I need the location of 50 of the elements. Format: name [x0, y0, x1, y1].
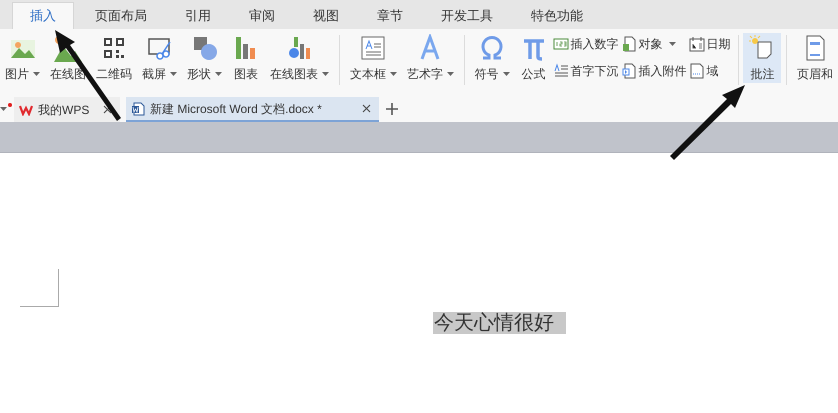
menu-tab[interactable]: 视图 — [296, 2, 356, 29]
ribbon-button[interactable]: 形状 — [182, 33, 227, 83]
document-icon — [620, 36, 636, 52]
caret-icon — [390, 72, 397, 76]
document-tab[interactable]: 我的WPS — [14, 97, 120, 122]
wps-logo-icon — [19, 104, 33, 116]
ribbon-button[interactable]: 截屏 — [137, 33, 182, 83]
menu-tab[interactable]: 页面布局 — [78, 2, 164, 29]
plus-icon[interactable] — [385, 102, 399, 116]
ribbon-button[interactable]: 图表 — [227, 33, 265, 83]
menu-tab[interactable]: 开发工具 — [424, 2, 510, 29]
caret-icon — [502, 72, 510, 76]
document-icon — [620, 63, 636, 79]
ribbon-button[interactable]: 二维码 — [91, 33, 137, 83]
ribbon-button[interactable]: 页眉和 — [792, 33, 838, 83]
close-icon[interactable] — [103, 105, 112, 114]
ribbon-small-button[interactable]: 插入数字 — [552, 33, 618, 55]
menu-tab[interactable]: 引用 — [168, 2, 228, 29]
menu-tab[interactable]: 特色功能 — [514, 2, 600, 29]
ribbon-small-button[interactable]: 对象 — [620, 33, 686, 55]
caret-icon — [170, 72, 177, 76]
ribbon-button[interactable]: 批注 — [743, 33, 782, 83]
ribbon-button[interactable]: 在线图表 — [265, 33, 334, 83]
ribbon-small-button[interactable]: 日期 — [688, 33, 730, 55]
ribbon-button[interactable]: 文本框 — [344, 33, 402, 83]
menu-tab[interactable]: 章节 — [360, 2, 420, 29]
caret-icon — [322, 72, 329, 76]
document-tab[interactable]: 新建 Microsoft Word 文档.docx * — [126, 97, 379, 122]
word-file-icon — [131, 102, 145, 116]
ribbon-button[interactable]: 艺术字 — [402, 33, 459, 83]
document-icon — [688, 63, 704, 79]
ribbon-small-button[interactable]: 首字下沉 — [552, 60, 618, 82]
ribbon-small-button[interactable]: 域 — [688, 60, 730, 82]
caret-icon — [668, 42, 676, 46]
crop-mark — [20, 269, 59, 307]
caret-icon — [446, 72, 454, 76]
calendar-icon — [688, 36, 704, 52]
menu-tab[interactable]: 审阅 — [232, 2, 292, 29]
ribbon-button[interactable]: 符号 — [470, 33, 514, 83]
caret-icon — [215, 72, 222, 76]
drop-cap-icon — [552, 63, 568, 79]
text-box-icon — [359, 34, 388, 62]
document-text: 今天心情很好 — [433, 312, 566, 334]
ribbon-small-button[interactable]: 插入附件 — [620, 60, 686, 82]
ribbon-button[interactable]: 公式 — [514, 33, 552, 83]
menu-tab[interactable]: 插入 — [12, 2, 74, 29]
number-icon — [552, 36, 568, 52]
ribbon-button[interactable]: 图片 — [0, 33, 45, 83]
caret-icon — [33, 72, 40, 76]
close-icon[interactable] — [362, 104, 371, 113]
